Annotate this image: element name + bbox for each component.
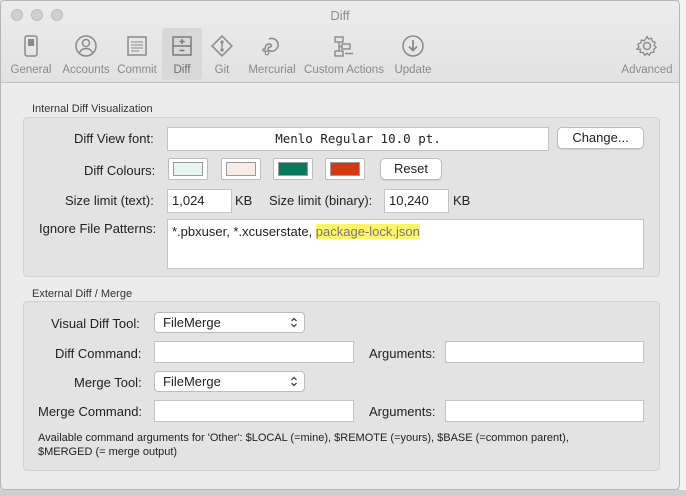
chevron-updown-icon xyxy=(291,317,297,328)
diff-command-input[interactable] xyxy=(154,341,354,363)
tab-update[interactable]: Update xyxy=(390,28,436,80)
available-arguments-note: Available command arguments for 'Other':… xyxy=(38,431,648,459)
window-title: Diff xyxy=(330,8,350,23)
merge-command-label: Merge Command: xyxy=(38,404,143,419)
merge-tool-label: Merge Tool: xyxy=(74,375,142,390)
tab-diff[interactable]: Diff xyxy=(162,28,202,80)
ignore-patterns-highlighted: package-lock.json xyxy=(315,224,420,239)
diff-arguments-input[interactable] xyxy=(445,341,644,363)
merge-tool-value: FileMerge xyxy=(163,374,221,389)
diff-colours-label: Diff Colours: xyxy=(84,163,156,178)
mercurial-icon xyxy=(262,37,279,56)
added-text-colour-well[interactable] xyxy=(273,158,313,180)
available-arguments-line-2: $MERGED (= merge output) xyxy=(38,446,178,458)
external-diff-group-title: External Diff / Merge xyxy=(32,288,133,300)
tab-commit[interactable]: Commit xyxy=(114,28,160,80)
update-icon xyxy=(402,35,424,57)
tab-advanced[interactable]: Advanced xyxy=(618,28,676,80)
visual-diff-tool-select[interactable]: FileMerge xyxy=(154,312,305,333)
tab-general[interactable]: General xyxy=(6,28,56,80)
tab-accounts[interactable]: Accounts xyxy=(58,28,114,80)
available-arguments-line-1: Available command arguments for 'Other':… xyxy=(38,432,569,444)
diff-arguments-label: Arguments: xyxy=(369,346,436,361)
document-icon xyxy=(127,36,147,56)
switch-icon xyxy=(24,35,38,57)
size-limit-binary-unit: KB xyxy=(453,193,471,208)
visual-diff-tool-label: Visual Diff Tool: xyxy=(51,316,140,331)
size-limit-text-label: Size limit (text): xyxy=(65,193,154,208)
merge-command-input[interactable] xyxy=(154,400,354,422)
ignore-file-patterns-textarea[interactable]: *.pbxuser, *.xcuserstate, package-lock.j… xyxy=(167,219,644,269)
removed-text-colour-swatch xyxy=(330,162,360,176)
removed-colour-swatch xyxy=(226,162,256,176)
diff-icon xyxy=(172,36,192,56)
chevron-updown-icon xyxy=(291,376,297,387)
preferences-toolbar: General Accounts Commit Diff Git Mercuri… xyxy=(6,28,674,82)
added-text-colour-swatch xyxy=(278,162,308,176)
removed-text-colour-well[interactable] xyxy=(325,158,365,180)
merge-tool-select[interactable]: FileMerge xyxy=(154,371,305,392)
merge-arguments-input[interactable] xyxy=(445,400,644,422)
removed-colour-well[interactable] xyxy=(221,158,261,180)
diff-view-font-field: Menlo Regular 10.0 pt. xyxy=(167,127,549,151)
reset-colours-button[interactable]: Reset xyxy=(380,158,442,180)
internal-diff-group-title: Internal Diff Visualization xyxy=(32,103,153,115)
visual-diff-tool-value: FileMerge xyxy=(163,315,221,330)
size-limit-binary-input[interactable]: 10,240 xyxy=(384,189,449,213)
diff-view-font-label: Diff View font: xyxy=(74,131,154,146)
change-font-button[interactable]: Change... xyxy=(557,127,644,149)
tab-mercurial[interactable]: Mercurial xyxy=(242,28,302,80)
title-bar: Diff General Accounts Commit Diff Git Me… xyxy=(1,1,679,83)
custom-actions-icon xyxy=(334,36,353,57)
diff-command-label: Diff Command: xyxy=(55,346,142,361)
tab-custom-actions[interactable]: Custom Actions xyxy=(302,28,386,80)
account-icon xyxy=(75,35,97,57)
size-limit-text-unit: KB xyxy=(235,193,253,208)
added-colour-well[interactable] xyxy=(168,158,208,180)
merge-arguments-label: Arguments: xyxy=(369,404,436,419)
preferences-window: Diff General Accounts Commit Diff Git Me… xyxy=(0,0,680,490)
git-icon xyxy=(211,35,233,57)
added-colour-swatch xyxy=(173,162,203,176)
tab-git[interactable]: Git xyxy=(206,28,238,80)
size-limit-text-input[interactable]: 1,024 xyxy=(167,189,232,213)
background-window-bottom xyxy=(0,490,686,496)
size-limit-binary-label: Size limit (binary): xyxy=(269,193,373,208)
ignore-file-patterns-label: Ignore File Patterns: xyxy=(39,221,157,236)
gear-icon xyxy=(635,35,658,57)
ignore-patterns-text: *.pbxuser, *.xcuserstate, xyxy=(172,224,316,239)
